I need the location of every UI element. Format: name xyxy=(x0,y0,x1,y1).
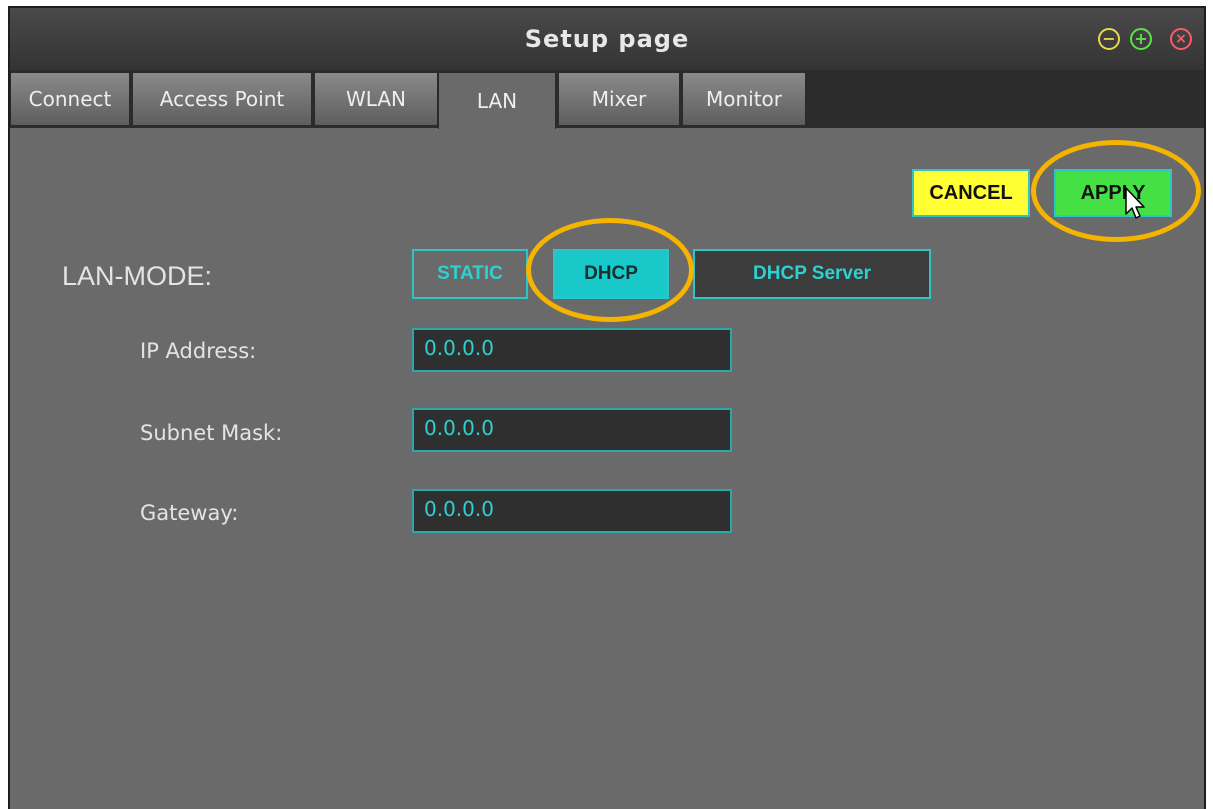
title-bar[interactable]: Setup page − + × xyxy=(10,8,1204,72)
setup-window: Setup page − + × Connect Access Point WL… xyxy=(8,6,1206,809)
ip-address-field[interactable]: 0.0.0.0 xyxy=(412,328,732,372)
mode-static-button[interactable]: STATIC xyxy=(412,249,528,299)
x-circle-icon: × xyxy=(1175,31,1187,47)
minus-circle-icon: − xyxy=(1102,29,1116,48)
cancel-button[interactable]: CANCEL xyxy=(912,169,1030,217)
tab-mixer[interactable]: Mixer xyxy=(558,72,680,126)
pointer-cursor-icon xyxy=(1125,187,1145,219)
tab-bar: Connect Access Point WLAN LAN Mixer Moni… xyxy=(10,70,1204,129)
tab-lan[interactable]: LAN xyxy=(438,72,556,129)
tab-access-point[interactable]: Access Point xyxy=(132,72,312,126)
gateway-label: Gateway: xyxy=(140,501,239,525)
plus-circle-icon: + xyxy=(1134,29,1148,48)
tab-wlan[interactable]: WLAN xyxy=(314,72,438,126)
ip-address-label: IP Address: xyxy=(140,339,257,363)
subnet-mask-field[interactable]: 0.0.0.0 xyxy=(412,408,732,452)
maximize-button[interactable]: + xyxy=(1130,28,1152,50)
apply-button[interactable]: APPLY xyxy=(1054,169,1172,217)
mode-dhcp-server-button[interactable]: DHCP Server xyxy=(693,249,931,299)
lan-mode-label: LAN-MODE: xyxy=(62,261,213,291)
close-button[interactable]: × xyxy=(1170,28,1192,50)
tab-connect[interactable]: Connect xyxy=(10,72,130,126)
minimize-button[interactable]: − xyxy=(1098,28,1120,50)
mode-dhcp-button[interactable]: DHCP xyxy=(553,249,669,299)
gateway-field[interactable]: 0.0.0.0 xyxy=(412,489,732,533)
window-title: Setup page xyxy=(524,25,690,53)
subnet-mask-label: Subnet Mask: xyxy=(140,421,283,445)
tab-monitor[interactable]: Monitor xyxy=(682,72,806,126)
